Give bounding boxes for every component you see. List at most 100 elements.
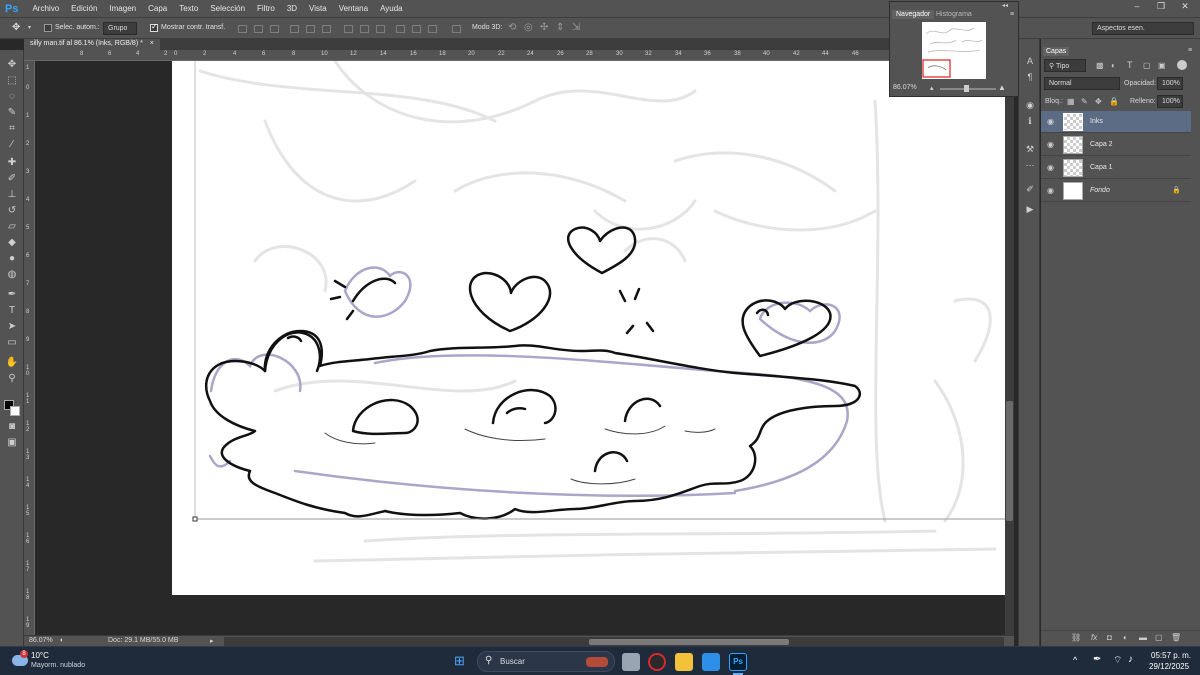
menu-vista[interactable]: Vista	[303, 4, 333, 13]
brush-tool-icon[interactable]: ✐	[5, 172, 19, 186]
layer-row-capa-2[interactable]: ◉ Capa 2	[1041, 134, 1191, 156]
lasso-tool-icon[interactable]: ◌	[5, 90, 19, 104]
volume-icon[interactable]: ♪	[1128, 654, 1133, 665]
file-explorer-icon[interactable]	[675, 653, 693, 671]
close-window-button[interactable]: ✕	[1176, 0, 1194, 13]
lock-transparency-icon[interactable]: ▦	[1067, 97, 1075, 106]
play-actions-icon[interactable]: ▶	[1024, 203, 1036, 215]
weather-temp[interactable]: 10°C	[31, 651, 49, 660]
marquee-tool-icon[interactable]: ⬚	[5, 74, 19, 88]
menu-3d[interactable]: 3D	[281, 4, 303, 13]
layer-name[interactable]: Capa 1	[1090, 164, 1113, 171]
align-top-icon[interactable]	[238, 25, 247, 33]
lock-position-icon[interactable]: ✥	[1095, 97, 1102, 106]
navigator-zoom[interactable]: 86.07%	[893, 84, 917, 91]
chevron-down-icon[interactable]: ▾	[28, 24, 31, 31]
eye-icon[interactable]: ◉	[1047, 140, 1056, 149]
distribute-top-icon[interactable]	[344, 25, 353, 33]
filter-toggle-icon[interactable]	[1177, 60, 1187, 70]
menu-ventana[interactable]: Ventana	[333, 4, 374, 13]
paint-bucket-icon[interactable]: ◆	[5, 236, 19, 250]
layer-row-fondo[interactable]: ◉ Fondo 🔒	[1041, 180, 1191, 202]
layers-panel-menu-icon[interactable]: ≡	[1188, 47, 1192, 54]
windows-start-icon[interactable]: ⊞	[454, 654, 465, 668]
color-icon[interactable]: ◉	[1024, 99, 1036, 111]
filter-type-icon[interactable]: T	[1127, 60, 1133, 70]
layers-panel-title[interactable]: Capas	[1043, 47, 1070, 56]
document-canvas[interactable]	[35, 61, 1005, 635]
layer-row-inks[interactable]: ◉ Inks	[1041, 111, 1191, 133]
roll-3d-icon[interactable]: ◎	[524, 22, 533, 33]
eraser-tool-icon[interactable]: ▱	[5, 220, 19, 234]
menu-imagen[interactable]: Imagen	[103, 4, 142, 13]
info-icon[interactable]: ℹ	[1024, 115, 1036, 127]
tool-presets-icon[interactable]: ⚒	[1024, 143, 1036, 155]
move-tool-icon[interactable]: ✥	[5, 58, 19, 72]
align-middle-icon[interactable]	[254, 25, 263, 33]
drag-3d-icon[interactable]: ✣	[540, 22, 548, 33]
adjustment-icon[interactable]: ◐	[1123, 633, 1128, 642]
auto-select-dropdown[interactable]: Grupo	[103, 22, 137, 35]
brush-presets-icon[interactable]: ✐	[1024, 183, 1036, 195]
path-select-icon[interactable]: ➤	[5, 320, 19, 334]
wifi-icon[interactable]: ⌔	[1113, 654, 1122, 667]
eye-icon[interactable]: ◉	[1047, 163, 1056, 172]
status-info-icon[interactable]: ◐	[60, 637, 64, 644]
fill-field[interactable]: 100%	[1157, 95, 1183, 108]
menu-seleccion[interactable]: Selección	[204, 4, 251, 13]
opacity-field[interactable]: 100%	[1157, 77, 1183, 90]
new-layer-icon[interactable]: ▢	[1155, 633, 1163, 642]
rectangle-tool-icon[interactable]: ▭	[5, 336, 19, 350]
background-color-swatch[interactable]	[10, 406, 20, 416]
adjustments-icon[interactable]: ⋯	[1024, 159, 1036, 171]
layer-name[interactable]: Fondo	[1090, 187, 1110, 194]
filter-adjustment-icon[interactable]: ◐	[1111, 61, 1116, 70]
blend-mode-dropdown[interactable]: Normal	[1044, 77, 1120, 90]
zoom-out-icon[interactable]: ▴	[930, 84, 934, 92]
pen-icon[interactable]: ✒	[1093, 654, 1101, 665]
taskbar-search[interactable]: ⚲ Buscar	[477, 651, 615, 672]
filter-smart-object-icon[interactable]: ▣	[1158, 61, 1166, 70]
collapse-panel-icon[interactable]: ◂◂	[1002, 2, 1008, 9]
quick-select-tool-icon[interactable]: ✎	[5, 106, 19, 120]
auto-select-checkbox[interactable]	[44, 24, 52, 32]
menu-texto[interactable]: Texto	[173, 4, 204, 13]
align-center-icon[interactable]	[306, 25, 315, 33]
distribute-bottom-icon[interactable]	[376, 25, 385, 33]
move-tool-icon[interactable]: ✥	[12, 22, 20, 33]
chevron-up-icon[interactable]: ^	[1073, 655, 1077, 665]
slide-3d-icon[interactable]: ⇕	[556, 22, 564, 33]
lock-all-icon[interactable]: 🔒	[1109, 97, 1119, 106]
align-right-icon[interactable]	[322, 25, 331, 33]
tab-histograma[interactable]: Histograma	[932, 10, 976, 19]
menu-capa[interactable]: Capa	[142, 4, 173, 13]
canvas-area[interactable]	[35, 61, 1005, 635]
zoom-tool-icon[interactable]: ⚲	[5, 372, 19, 386]
scale-3d-icon[interactable]: ⇲	[572, 22, 580, 33]
align-bottom-icon[interactable]	[270, 25, 279, 33]
document-tab[interactable]: silly man.tif al 86.1% (Inks, RGB/8) * ×	[24, 39, 160, 50]
navigator-thumbnail[interactable]	[922, 22, 986, 79]
clock-date[interactable]: 29/12/2025	[1149, 662, 1189, 671]
history-brush-icon[interactable]: ↺	[5, 204, 19, 218]
character-icon[interactable]: A	[1024, 55, 1036, 67]
quick-mask-icon[interactable]: ◙	[5, 420, 19, 434]
auto-align-icon[interactable]	[452, 25, 461, 33]
paragraph-icon[interactable]: ¶	[1024, 71, 1036, 83]
minimize-button[interactable]: –	[1128, 0, 1146, 13]
healing-brush-icon[interactable]: ✚	[5, 156, 19, 170]
vertical-scroll-thumb[interactable]	[1006, 401, 1013, 521]
task-view-icon[interactable]	[622, 653, 640, 671]
maximize-button[interactable]: ❐	[1152, 0, 1170, 13]
zoom-readout[interactable]: 86.07%	[29, 637, 53, 644]
crop-tool-icon[interactable]: ⌗	[5, 122, 19, 136]
layer-row-capa-1[interactable]: ◉ Capa 1	[1041, 157, 1191, 179]
group-icon[interactable]: ▬	[1139, 633, 1147, 642]
filter-shape-icon[interactable]: ▢	[1143, 61, 1151, 70]
clock-time[interactable]: 05:57 p. m.	[1151, 651, 1191, 660]
layer-filter-dropdown[interactable]: ⚲ Tipo	[1044, 59, 1086, 72]
pen-tool-icon[interactable]: ✒	[5, 288, 19, 302]
panel-menu-icon[interactable]: ≡	[1010, 11, 1014, 18]
mask-icon[interactable]: ◘	[1107, 633, 1112, 642]
lock-pixels-icon[interactable]: ✎	[1081, 97, 1088, 106]
